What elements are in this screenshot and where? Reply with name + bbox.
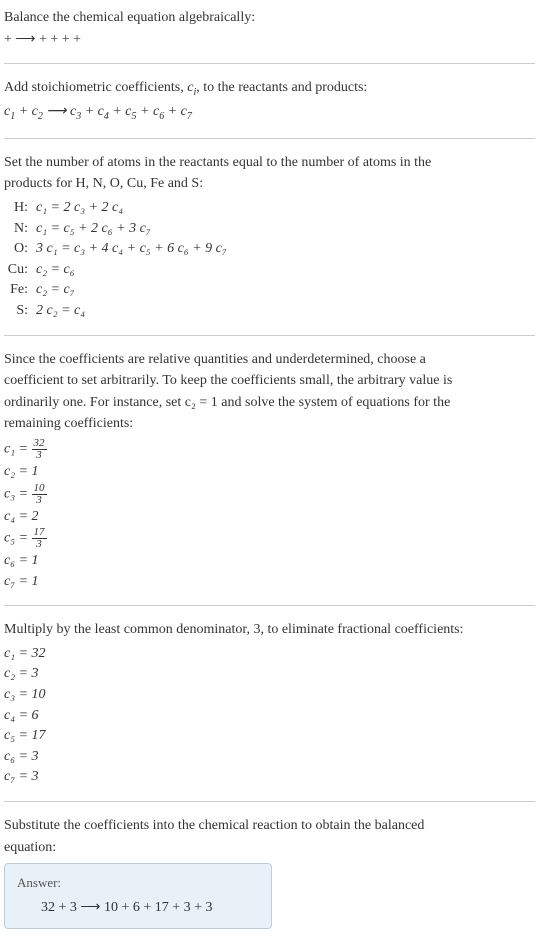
eq-label: O: [4,239,36,259]
equation-row: O: 3 c₁ = c₃ + 4 c₄ + c₅ + 6 c₆ + 9 c₇ [4,239,535,259]
subst-line2: equation: [4,838,535,858]
eq-body: c₂ = c₇ [36,280,535,300]
intro-section: Balance the chemical equation algebraica… [4,8,535,49]
intro-line2: + ⟶ + + + + [4,30,535,50]
fraction: 173 [32,527,47,550]
mult-section: Multiply by the least common denominator… [4,620,535,787]
stoich-section: Add stoichiometric coefficients, ci, to … [4,78,535,124]
equation-row: Cu: c₂ = c₆ [4,260,535,280]
stoich-heading-text: Add stoichiometric coefficients, [4,80,187,95]
equation-row: Fe: c₂ = c₇ [4,280,535,300]
coeff-row: c₆ = 3 [4,747,535,767]
eq-body: c₁ = 2 c₃ + 2 c₄ [36,198,535,218]
fraction: 323 [32,438,47,461]
divider [4,63,535,64]
coeff-row: c₄ = 2 [4,507,535,527]
eq-label: N: [4,219,36,239]
coeff-row: c₄ = 6 [4,706,535,726]
subst-line1: Substitute the coefficients into the che… [4,816,535,836]
eq-label: Fe: [4,280,36,300]
stoich-heading: Add stoichiometric coefficients, ci, to … [4,78,535,100]
eq-body: 3 c₁ = c₃ + 4 c₄ + c₅ + 6 c₆ + 9 c₇ [36,239,535,259]
coeff-row: c₇ = 3 [4,767,535,787]
stoich-tail: , to the reactants and products: [196,80,367,95]
coeff-list-frac: c₁ = 323 c₂ = 1 c₃ = 103 c₄ = 2 c₅ = 173… [4,438,535,591]
coeff-list-int: c₁ = 32 c₂ = 3 c₃ = 10 c₄ = 6 c₅ = 17 c₆… [4,644,535,787]
answer-section: Substitute the coefficients into the che… [4,816,535,929]
coeff-row: c₅ = 173 [4,527,535,550]
eq-label: Cu: [4,260,36,280]
underdet-line4: remaining coefficients: [4,414,535,434]
divider [4,138,535,139]
equation-row: N: c₁ = c₅ + 2 c₆ + 3 c₇ [4,219,535,239]
equation-row: H: c₁ = 2 c₃ + 2 c₄ [4,198,535,218]
underdet-line3: ordinarily one. For instance, set c₂ = 1… [4,393,535,413]
coeff-row: c₃ = 103 [4,483,535,506]
equation-table: H: c₁ = 2 c₃ + 2 c₄ N: c₁ = c₅ + 2 c₆ + … [4,198,535,321]
answer-label: Answer: [17,874,259,892]
coeff-row: c₇ = 1 [4,572,535,592]
equation-row: S: 2 c₂ = c₄ [4,301,535,321]
atoms-section: Set the number of atoms in the reactants… [4,153,535,321]
eq-body: c₂ = c₆ [36,260,535,280]
coeff-row: c₅ = 17 [4,726,535,746]
underdet-section: Since the coefficients are relative quan… [4,350,535,592]
coeff-row: c₂ = 3 [4,664,535,684]
coeff-row: c₂ = 1 [4,462,535,482]
eq-label: S: [4,301,36,321]
coeff-row: c₁ = 323 [4,438,535,461]
atoms-heading1: Set the number of atoms in the reactants… [4,153,535,173]
divider [4,605,535,606]
coeff-row: c₃ = 10 [4,685,535,705]
stoich-equation: c1 + c2 ⟶ c3 + c4 + c5 + c6 + c7 [4,102,535,124]
mult-heading: Multiply by the least common denominator… [4,620,535,640]
intro-line1: Balance the chemical equation algebraica… [4,8,535,28]
answer-box: Answer: 32 + 3 ⟶ 10 + 6 + 17 + 3 + 3 [4,863,272,929]
eq-body: c₁ = c₅ + 2 c₆ + 3 c₇ [36,219,535,239]
underdet-line2: coefficient to set arbitrarily. To keep … [4,371,535,391]
eq-body: 2 c₂ = c₄ [36,301,535,321]
coeff-row: c₁ = 32 [4,644,535,664]
divider [4,335,535,336]
coeff-row: c₆ = 1 [4,551,535,571]
atoms-heading2: products for H, N, O, Cu, Fe and S: [4,174,535,194]
divider [4,801,535,802]
underdet-line1: Since the coefficients are relative quan… [4,350,535,370]
eq-label: H: [4,198,36,218]
fraction: 103 [32,483,47,506]
answer-equation: 32 + 3 ⟶ 10 + 6 + 17 + 3 + 3 [17,898,259,918]
